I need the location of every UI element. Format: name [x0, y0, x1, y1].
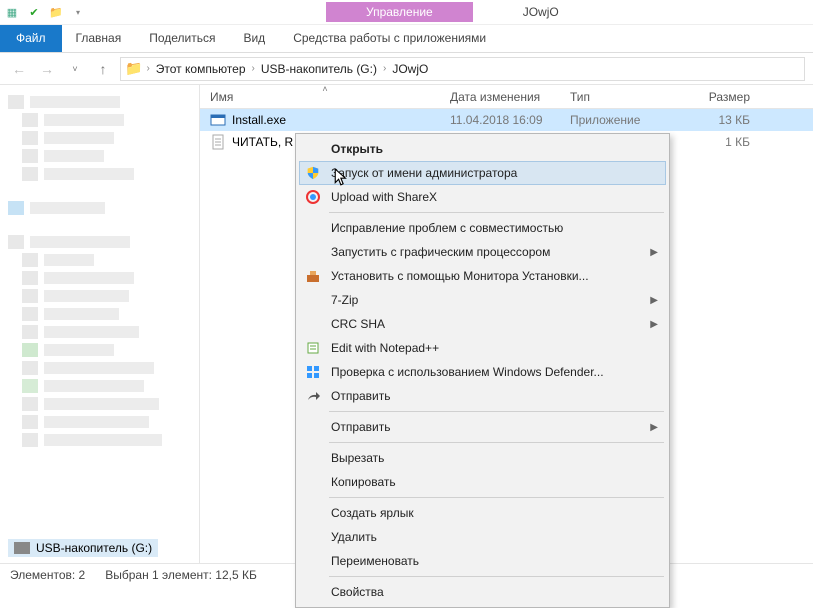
ribbon-tab-apptools[interactable]: Средства работы с приложениями	[279, 25, 500, 52]
menu-item-gpu[interactable]: Запустить с графическим процессором ▶	[299, 240, 666, 264]
ribbon-tab-home[interactable]: Главная	[62, 25, 136, 52]
qat-folder-icon[interactable]: 📁	[48, 4, 64, 20]
breadcrumb-root[interactable]: Этот компьютер	[154, 62, 248, 76]
qat-properties-icon[interactable]: ▦	[4, 4, 20, 20]
chevron-right-icon: ▶	[650, 295, 658, 306]
address-bar[interactable]: 📁 › Этот компьютер › USB-накопитель (G:)…	[120, 57, 805, 81]
column-header-size[interactable]: Размер	[690, 90, 760, 104]
blank-icon	[303, 583, 323, 601]
navigation-pane[interactable]: USB-накопитель (G:)	[0, 85, 200, 563]
window-title: JOwjO	[523, 5, 559, 19]
install-monitor-icon	[303, 267, 323, 285]
menu-item-send[interactable]: Отправить	[299, 384, 666, 408]
blank-icon	[303, 528, 323, 546]
context-tab-manage[interactable]: Управление	[326, 2, 473, 22]
blank-icon	[303, 219, 323, 237]
drive-icon	[14, 542, 30, 554]
status-count: Элементов: 2	[10, 568, 85, 582]
notepadpp-icon	[303, 339, 323, 357]
blank-icon	[303, 315, 323, 333]
chevron-right-icon: ▶	[650, 247, 658, 258]
blank-icon	[303, 449, 323, 467]
menu-separator	[329, 442, 664, 443]
menu-separator	[329, 497, 664, 498]
ribbon-tab-share[interactable]: Поделиться	[135, 25, 229, 52]
chevron-right-icon[interactable]: ›	[252, 63, 255, 74]
defender-icon	[303, 363, 323, 381]
sort-indicator-icon: ˄	[200, 84, 450, 94]
chevron-right-icon: ▶	[650, 422, 658, 433]
menu-item-create-shortcut[interactable]: Создать ярлык	[299, 501, 666, 525]
uac-shield-icon	[303, 164, 323, 182]
file-type: Приложение	[570, 113, 690, 127]
menu-item-properties[interactable]: Свойства	[299, 580, 666, 604]
menu-item-rename[interactable]: Переименовать	[299, 549, 666, 573]
qat-dropdown-icon[interactable]: ▾	[70, 4, 86, 20]
qat-check-icon[interactable]: ✔	[26, 4, 42, 20]
blank-icon	[303, 552, 323, 570]
menu-item-cut[interactable]: Вырезать	[299, 446, 666, 470]
nav-up-icon[interactable]: ↑	[92, 58, 114, 80]
menu-item-install-monitor[interactable]: Установить с помощью Монитора Установки.…	[299, 264, 666, 288]
column-header-type[interactable]: Тип	[570, 90, 690, 104]
menu-item-copy[interactable]: Копировать	[299, 470, 666, 494]
ribbon-tab-file[interactable]: Файл	[0, 25, 62, 52]
menu-separator	[329, 576, 664, 577]
menu-separator	[329, 212, 664, 213]
blank-icon	[303, 418, 323, 436]
menu-item-sharex[interactable]: Upload with ShareX	[299, 185, 666, 209]
exe-icon	[210, 112, 226, 128]
file-date: 11.04.2018 16:09	[450, 113, 570, 127]
blank-icon	[303, 243, 323, 261]
menu-item-notepadpp[interactable]: Edit with Notepad++	[299, 336, 666, 360]
breadcrumb-drive[interactable]: USB-накопитель (G:)	[259, 62, 379, 76]
share-icon	[303, 387, 323, 405]
file-size: 1 КБ	[690, 135, 760, 149]
text-file-icon	[210, 134, 226, 150]
file-name: Install.exe	[232, 113, 286, 127]
menu-item-7zip[interactable]: 7-Zip ▶	[299, 288, 666, 312]
status-selection: Выбран 1 элемент: 12,5 КБ	[105, 568, 257, 582]
breadcrumb-folder[interactable]: JOwjO	[390, 62, 430, 76]
file-size: 13 КБ	[690, 113, 760, 127]
menu-item-send-to[interactable]: Отправить ▶	[299, 415, 666, 439]
context-menu: Открыть Запуск от имени администратора U…	[295, 133, 670, 608]
column-header-date[interactable]: Дата изменения	[450, 90, 570, 104]
sidebar-item-label: USB-накопитель (G:)	[36, 541, 152, 555]
addressbar-folder-icon: 📁	[125, 60, 142, 77]
chevron-right-icon[interactable]: ›	[146, 63, 149, 74]
menu-item-run-as-admin[interactable]: Запуск от имени администратора	[299, 161, 666, 185]
sidebar-item-usb-drive[interactable]: USB-накопитель (G:)	[8, 539, 158, 557]
tree-placeholder	[4, 91, 195, 531]
nav-recent-dropdown-icon[interactable]: ˅	[64, 58, 86, 80]
menu-separator	[329, 411, 664, 412]
nav-forward-icon[interactable]: →	[36, 58, 58, 80]
ribbon-tab-view[interactable]: Вид	[229, 25, 279, 52]
blank-icon	[303, 504, 323, 522]
file-name: ЧИТАТЬ, R	[232, 135, 293, 149]
nav-back-icon[interactable]: ←	[8, 58, 30, 80]
sharex-icon	[303, 188, 323, 206]
menu-item-open[interactable]: Открыть	[299, 137, 666, 161]
blank-icon	[303, 473, 323, 491]
menu-item-delete[interactable]: Удалить	[299, 525, 666, 549]
file-row-install[interactable]: Install.exe 11.04.2018 16:09 Приложение …	[200, 109, 813, 131]
menu-item-compatibility[interactable]: Исправление проблем с совместимостью	[299, 216, 666, 240]
blank-icon	[303, 140, 323, 158]
chevron-right-icon[interactable]: ›	[383, 63, 386, 74]
blank-icon	[303, 291, 323, 309]
menu-item-defender[interactable]: Проверка с использованием Windows Defend…	[299, 360, 666, 384]
menu-item-crc-sha[interactable]: CRC SHA ▶	[299, 312, 666, 336]
chevron-right-icon: ▶	[650, 319, 658, 330]
